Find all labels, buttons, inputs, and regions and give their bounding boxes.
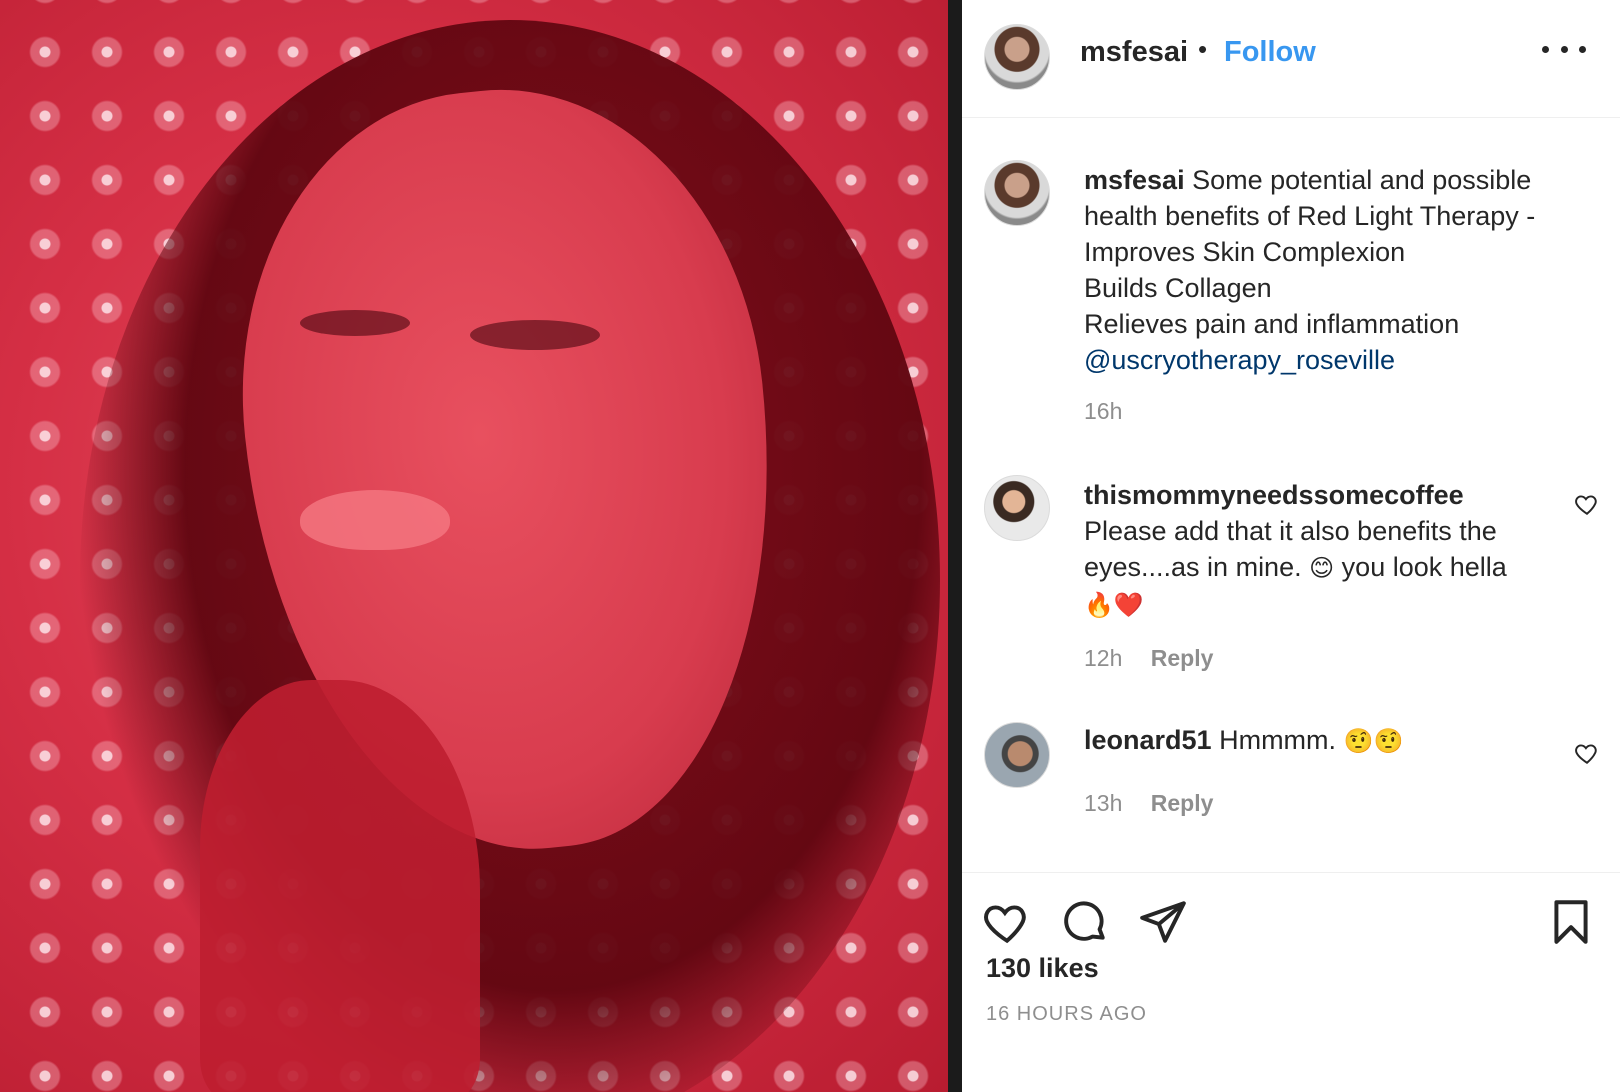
heart-icon[interactable] bbox=[982, 897, 1032, 947]
comment-like-heart-icon[interactable] bbox=[1574, 740, 1600, 766]
caption-username[interactable]: msfesai bbox=[1084, 165, 1185, 195]
comment-line-2a: eyes....as in mine. bbox=[1084, 552, 1302, 582]
caption-line-4: Builds Collagen bbox=[1084, 273, 1272, 303]
comment-meta: 13h Reply bbox=[1084, 790, 1213, 817]
commenter-username[interactable]: thismommyneedssomecoffee bbox=[1084, 480, 1464, 510]
comment-text: thismommyneedssomecoffee Please add that… bbox=[1084, 477, 1564, 623]
more-options-icon[interactable] bbox=[1542, 34, 1586, 64]
bookmark-icon[interactable] bbox=[1546, 897, 1596, 947]
caption-line-2: health benefits of Red Light Therapy - bbox=[1084, 201, 1536, 231]
header-separator: • bbox=[1198, 34, 1208, 64]
commenter-avatar[interactable] bbox=[984, 722, 1050, 788]
like-count[interactable]: 130 likes bbox=[986, 953, 1099, 984]
caption-text: msfesai Some potential and possible heal… bbox=[1084, 162, 1564, 378]
comment-meta: 12h Reply bbox=[1084, 645, 1213, 672]
comment-like-heart-icon[interactable] bbox=[1574, 491, 1600, 517]
smile-emoji: 😊 bbox=[1309, 554, 1335, 582]
comment-line-1: Please add that it also benefits the bbox=[1084, 516, 1497, 546]
comment-text: leonard51 Hmmmm. 🤨🤨 bbox=[1084, 722, 1564, 759]
comment-time[interactable]: 12h bbox=[1084, 645, 1122, 671]
caption-author-avatar[interactable] bbox=[984, 160, 1050, 226]
hand-shape bbox=[200, 680, 480, 1092]
caption-line-1: Some potential and possible bbox=[1192, 165, 1532, 195]
comment-time[interactable]: 13h bbox=[1084, 790, 1122, 816]
author-username[interactable]: msfesai bbox=[1080, 36, 1188, 69]
left-eye-shape bbox=[300, 310, 410, 336]
lips-shape bbox=[300, 490, 450, 550]
commenter-avatar[interactable] bbox=[984, 475, 1050, 541]
comment-line-2b: you look hella bbox=[1341, 552, 1507, 582]
reply-button[interactable]: Reply bbox=[1151, 790, 1214, 816]
follow-button[interactable]: Follow bbox=[1224, 36, 1316, 69]
caption-meta: 16h bbox=[1084, 398, 1122, 425]
post-side-panel: msfesai • Follow msfesai Some potential … bbox=[962, 0, 1620, 1092]
comment-line-1: Hmmmm. bbox=[1219, 725, 1337, 755]
post-image[interactable] bbox=[0, 0, 950, 1092]
caption-line-5: Relieves pain and inflammation bbox=[1084, 309, 1460, 339]
comment-bubble-icon[interactable] bbox=[1060, 897, 1110, 947]
caption-time[interactable]: 16h bbox=[1084, 398, 1122, 424]
author-avatar[interactable] bbox=[984, 24, 1050, 90]
right-eye-shape bbox=[470, 320, 600, 350]
post-timestamp[interactable]: 16 HOURS AGO bbox=[986, 1003, 1147, 1026]
caption-mention-link[interactable]: @uscryotherapy_roseville bbox=[1084, 342, 1564, 378]
reply-button[interactable]: Reply bbox=[1151, 645, 1214, 671]
post-header: msfesai • Follow bbox=[962, 0, 1620, 118]
fire-heart-emoji: 🔥❤️ bbox=[1084, 591, 1144, 619]
paper-plane-icon[interactable] bbox=[1138, 897, 1188, 947]
caption-line-3: Improves Skin Complexion bbox=[1084, 237, 1406, 267]
image-edge bbox=[948, 0, 962, 1092]
raised-eyebrow-emoji: 🤨🤨 bbox=[1343, 727, 1404, 755]
post-actions: 130 likes 16 HOURS AGO bbox=[962, 872, 1620, 1092]
commenter-username[interactable]: leonard51 bbox=[1084, 725, 1212, 755]
